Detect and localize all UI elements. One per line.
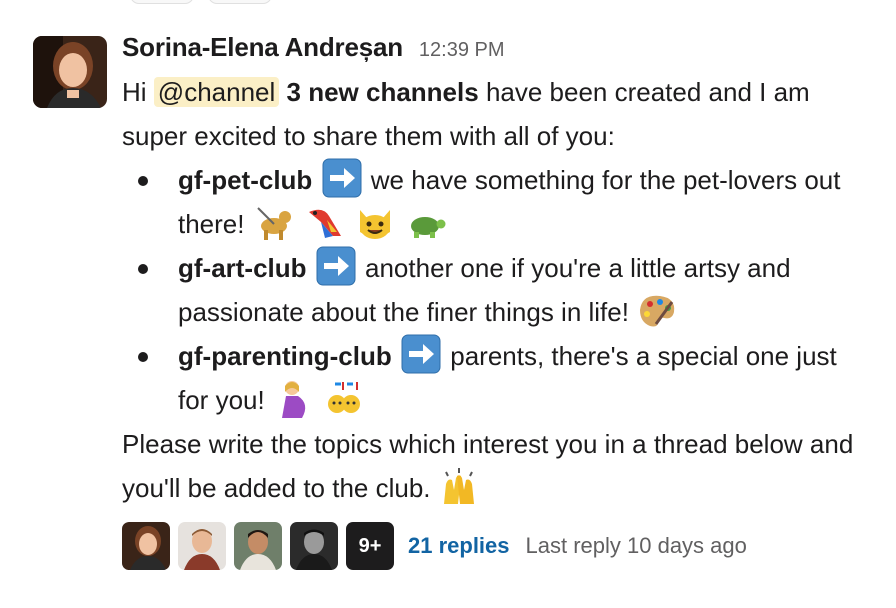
more-participants-count[interactable]: 9+ (346, 522, 394, 570)
right-arrow-icon (316, 246, 356, 286)
turtle-icon (411, 217, 446, 238)
bullet-dot (138, 352, 148, 362)
author-name[interactable]: Sorina-Elena Andreșan (122, 32, 403, 63)
artist-palette-icon (640, 295, 675, 327)
channel-name: gf-art-club (178, 253, 307, 283)
message-timestamp[interactable]: 12:39 PM (419, 39, 505, 62)
thread-summary[interactable]: 9+ 21 replies Last reply 10 days ago (122, 521, 747, 571)
message-content: Sorina-Elena Andreșan 12:39 PM Hi @chann… (122, 32, 862, 510)
channel-list: gf-pet-club we have something for the pe… (122, 158, 862, 422)
channel-name: gf-pet-club (178, 165, 313, 195)
reaction-pill[interactable] (130, 0, 194, 4)
message-intro: Hi @channel 3 new channels have been cre… (122, 70, 862, 158)
message-closing: Please write the topics which interest y… (122, 422, 862, 510)
intro-bold: 3 new channels (286, 77, 479, 107)
bullet-dot (138, 176, 148, 186)
parrot-icon (308, 209, 341, 238)
confused-babies-icon (328, 382, 361, 413)
author-avatar[interactable] (33, 36, 107, 108)
guide-dog-icon (257, 207, 291, 240)
raising-hands-icon (443, 468, 474, 504)
list-item: gf-art-club another one if you're a litt… (122, 246, 862, 334)
previous-reactions (130, 0, 272, 4)
right-arrow-icon (401, 334, 441, 374)
list-item: gf-parenting-club parents, there's a spe… (122, 334, 862, 422)
smiley-cat-icon (360, 210, 391, 239)
bullet-dot (138, 264, 148, 274)
list-item: gf-pet-club we have something for the pe… (122, 158, 862, 246)
channel-mention[interactable]: @channel (153, 77, 280, 107)
participant-avatar[interactable] (234, 522, 282, 570)
replies-link[interactable]: 21 replies (408, 533, 510, 559)
right-arrow-icon (322, 158, 362, 198)
pregnant-woman-icon (281, 381, 306, 418)
participant-avatar[interactable] (178, 522, 226, 570)
message-header: Sorina-Elena Andreșan 12:39 PM (122, 32, 862, 70)
intro-greeting: Hi (122, 77, 147, 107)
channel-name: gf-parenting-club (178, 341, 392, 371)
closing-text: Please write the topics which interest y… (122, 429, 854, 503)
last-reply-time: Last reply 10 days ago (525, 533, 747, 558)
participant-avatar[interactable] (122, 522, 170, 570)
reaction-pill[interactable] (208, 0, 272, 4)
participant-avatar[interactable] (290, 522, 338, 570)
